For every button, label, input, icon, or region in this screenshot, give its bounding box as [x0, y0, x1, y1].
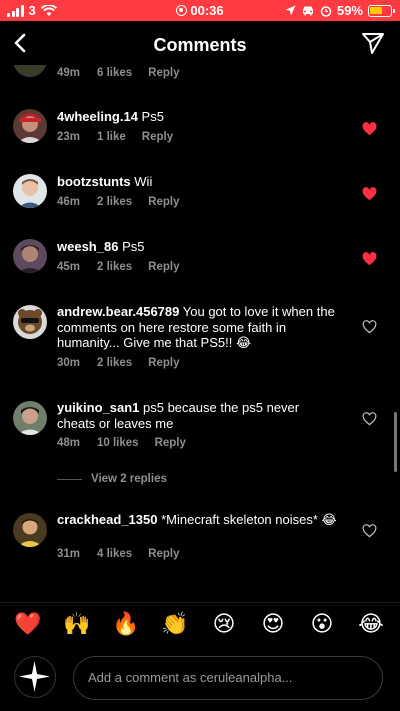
- comment-item: bootzstunts Wii 46m 2 likes Reply: [0, 172, 400, 222]
- heart-eyes-emoji-button[interactable]: 😍: [259, 611, 287, 639]
- comment-username[interactable]: andrew.bear.456789: [57, 304, 179, 319]
- clapping-emoji-button[interactable]: 👏: [161, 611, 189, 639]
- comment-partial: 49m 6 likes Reply: [0, 65, 400, 85]
- comment-meta: 23m 1 like Reply: [57, 131, 173, 143]
- reply-button[interactable]: Reply: [155, 437, 186, 449]
- comment-likes[interactable]: 2 likes: [97, 196, 132, 208]
- comment-likes[interactable]: 2 likes: [97, 357, 132, 369]
- comment-item: yuikino_san1 ps5 because the ps5 never c…: [0, 399, 400, 497]
- comment-username[interactable]: bootzstunts: [57, 174, 131, 189]
- clock: 00:36: [190, 3, 224, 18]
- battery-icon: [368, 4, 395, 17]
- screen-record-icon: [176, 5, 188, 16]
- location-icon: [285, 5, 296, 16]
- emoji-reaction-bar: ❤️ 🙌 🔥 👏 😢 😍 😮 😂: [0, 602, 400, 646]
- comment-likes[interactable]: 10 likes: [97, 437, 139, 449]
- reply-button[interactable]: Reply: [148, 357, 179, 369]
- comment-time: 23m: [57, 131, 81, 143]
- avatar[interactable]: [13, 513, 47, 547]
- surprised-emoji-button[interactable]: 😮: [308, 611, 336, 639]
- comment-item: andrew.bear.456789 You got to love it wh…: [0, 303, 400, 383]
- comment-meta: 49m 6 likes Reply: [57, 67, 180, 79]
- view-replies-label[interactable]: View 2 replies: [91, 473, 167, 485]
- replies-divider: [57, 478, 82, 480]
- comment-time: 49m: [57, 67, 81, 79]
- comment-input[interactable]: Add a comment as ceruleanalpha...: [73, 656, 383, 700]
- avatar[interactable]: [13, 174, 47, 208]
- reply-button[interactable]: Reply: [148, 261, 179, 273]
- avatar[interactable]: [13, 65, 47, 77]
- comment-time: 46m: [57, 196, 81, 208]
- comment-text: Ps5: [141, 109, 164, 124]
- laughing-emoji-button[interactable]: 😂: [357, 611, 385, 639]
- battery-percent: 59%: [336, 3, 363, 18]
- comment-username[interactable]: weesh_86: [57, 239, 118, 254]
- heart-emoji-button[interactable]: ❤️: [14, 611, 42, 639]
- comment-meta: 45m 2 likes Reply: [57, 261, 180, 273]
- comment-meta: 46m 2 likes Reply: [57, 196, 180, 208]
- comment-meta: 48m 10 likes Reply: [57, 437, 186, 449]
- comment-text: *Minecraft skeleton noises* 😂: [161, 512, 337, 527]
- avatar[interactable]: [13, 109, 47, 143]
- comment-composer: Add a comment as ceruleanalpha...: [0, 646, 400, 711]
- comment-item: crackhead_1350 *Minecraft skeleton noise…: [0, 511, 400, 581]
- status-right: 59%: [285, 3, 395, 18]
- heart-filled-icon[interactable]: [362, 252, 377, 266]
- comment-text: Wii: [134, 174, 153, 189]
- car-icon: [302, 6, 313, 16]
- header: Comments: [0, 21, 400, 65]
- comments-list[interactable]: 49m 6 likes Reply 4wheeling.14 Ps5 23m 1…: [0, 65, 400, 590]
- comment-item: weesh_86 Ps5 45m 2 likes Reply: [0, 237, 400, 287]
- heart-outline-icon[interactable]: [362, 412, 377, 426]
- comment-time: 45m: [57, 261, 81, 273]
- comment-username[interactable]: yuikino_san1: [57, 400, 139, 415]
- fire-emoji-button[interactable]: 🔥: [112, 611, 140, 639]
- comment-body: weesh_86 Ps5: [57, 239, 337, 255]
- scrollbar[interactable]: [394, 412, 397, 472]
- comment-body: crackhead_1350 *Minecraft skeleton noise…: [57, 512, 337, 528]
- avatar[interactable]: [13, 401, 47, 435]
- heart-outline-icon[interactable]: [362, 524, 377, 538]
- heart-filled-icon[interactable]: [362, 187, 377, 201]
- heart-filled-icon[interactable]: [362, 122, 377, 136]
- comment-likes[interactable]: 4 likes: [97, 548, 132, 560]
- comment-meta: 30m 2 likes Reply: [57, 357, 180, 369]
- comment-likes[interactable]: 1 like: [97, 131, 126, 143]
- comment-body: 4wheeling.14 Ps5: [57, 109, 337, 125]
- comment-text: Ps5: [122, 239, 145, 254]
- alarm-icon: [320, 5, 332, 17]
- reply-button[interactable]: Reply: [148, 67, 179, 79]
- comment-username[interactable]: crackhead_1350: [57, 512, 157, 527]
- direct-share-icon[interactable]: [360, 30, 386, 56]
- comment-body: bootzstunts Wii: [57, 174, 337, 190]
- comment-likes[interactable]: 2 likes: [97, 261, 132, 273]
- comment-time: 30m: [57, 357, 81, 369]
- heart-outline-icon[interactable]: [362, 320, 377, 334]
- comment-meta: 31m 4 likes Reply: [57, 548, 180, 560]
- view-replies-button[interactable]: View 2 replies: [57, 473, 167, 485]
- comment-time: 48m: [57, 437, 81, 449]
- reply-button[interactable]: Reply: [148, 548, 179, 560]
- reply-button[interactable]: Reply: [142, 131, 173, 143]
- comment-item: 4wheeling.14 Ps5 23m 1 like Reply: [0, 107, 400, 157]
- raised-hands-emoji-button[interactable]: 🙌: [63, 611, 91, 639]
- page-title: Comments: [153, 35, 247, 55]
- avatar[interactable]: [13, 239, 47, 273]
- avatar[interactable]: [13, 305, 47, 339]
- crying-emoji-button[interactable]: 😢: [210, 611, 238, 639]
- my-avatar[interactable]: [14, 656, 56, 698]
- comment-time: 31m: [57, 548, 81, 560]
- comment-body: yuikino_san1 ps5 because the ps5 never c…: [57, 400, 337, 431]
- comment-likes[interactable]: 6 likes: [97, 67, 132, 79]
- reply-button[interactable]: Reply: [148, 196, 179, 208]
- comment-body: andrew.bear.456789 You got to love it wh…: [57, 304, 337, 351]
- comment-username[interactable]: 4wheeling.14: [57, 109, 138, 124]
- status-bar: 3 00:36 59%: [0, 0, 400, 21]
